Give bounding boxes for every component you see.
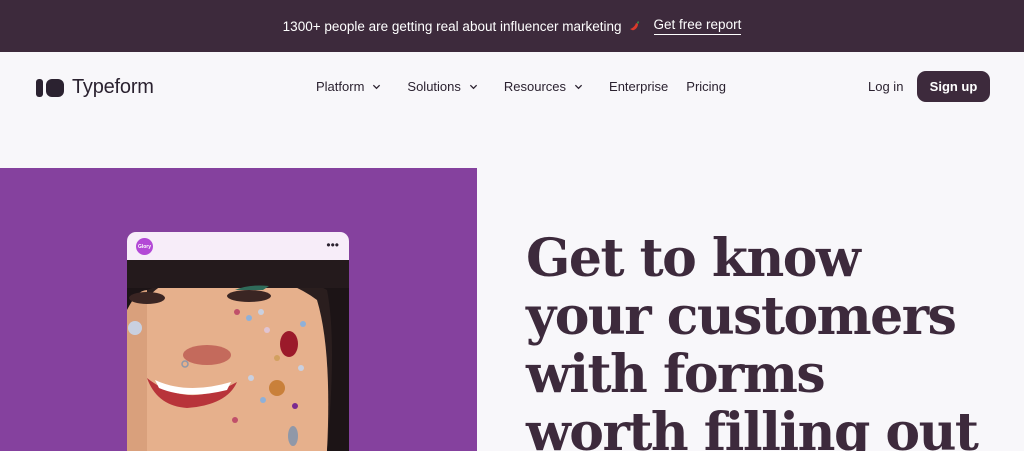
announcement-bar: 1300+ people are getting real about infl… <box>0 0 1024 52</box>
headline-line: worth filling out <box>526 402 979 451</box>
nav-item-platform[interactable]: Platform <box>316 79 381 94</box>
chevron-down-icon <box>373 84 381 90</box>
headline-line: your customers <box>526 286 957 347</box>
chili-pepper-icon <box>629 21 639 31</box>
get-free-report-link[interactable]: Get free report <box>653 17 742 35</box>
signup-button[interactable]: Sign up <box>917 71 990 102</box>
nav-label: Solutions <box>407 79 461 94</box>
announcement-text: 1300+ people are getting real about infl… <box>282 18 622 34</box>
nav-item-solutions[interactable]: Solutions <box>407 79 477 94</box>
portrait-photo <box>127 260 349 451</box>
typeform-logo[interactable]: Typeform <box>36 76 154 99</box>
nav-label: Platform <box>316 79 365 94</box>
site-header: Typeform Platform Solutions Resources En… <box>0 52 1024 122</box>
headline-line: Get to know <box>526 228 861 289</box>
chevron-down-icon <box>469 84 477 90</box>
avatar: Glory <box>136 238 153 255</box>
more-dots-icon: ••• <box>326 238 339 252</box>
nav-label: Pricing <box>686 79 727 94</box>
nav-item-pricing[interactable]: Pricing <box>686 79 726 94</box>
nav-label: Resources <box>503 79 567 94</box>
login-link[interactable]: Log in <box>868 79 903 94</box>
nav-item-enterprise[interactable]: Enterprise <box>609 79 668 94</box>
form-preview-card: Glory ••• <box>127 232 349 451</box>
typeform-logo-icon <box>36 78 64 97</box>
nav-item-resources[interactable]: Resources <box>504 79 583 94</box>
headline-line: with forms <box>526 344 826 405</box>
nav-label: Enterprise <box>609 79 669 94</box>
chevron-down-icon <box>574 84 583 90</box>
logo-text: Typeform <box>72 76 154 98</box>
hero-headline: Get to know your customers with forms wo… <box>526 230 1006 451</box>
card-header: Glory ••• <box>127 232 349 260</box>
main-nav: Platform Solutions Resources Enterprise … <box>316 79 744 94</box>
